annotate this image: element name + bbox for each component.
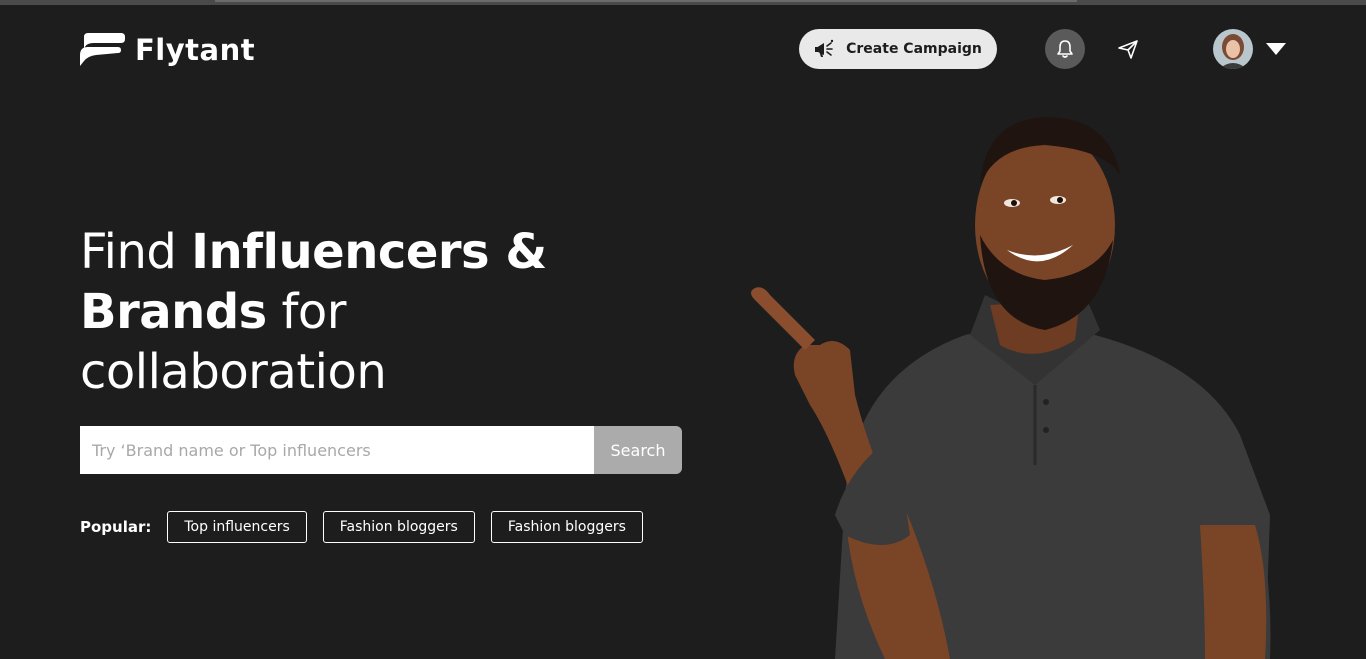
search-button[interactable]: Search <box>594 426 682 474</box>
popular-tag[interactable]: Top influencers <box>167 511 307 543</box>
avatar-image <box>1213 29 1253 69</box>
browser-top-bar <box>0 0 1366 5</box>
flytant-logo-icon <box>80 33 125 66</box>
popular-tag[interactable]: Fashion bloggers <box>322 511 475 543</box>
popular-label: Popular: <box>80 518 152 536</box>
bell-icon <box>1057 40 1073 58</box>
send-icon[interactable] <box>1116 37 1140 61</box>
hero-person-image <box>751 117 1271 659</box>
hero-line2-regular: for <box>266 284 347 340</box>
hero-line1-regular: Find <box>80 224 192 280</box>
hero-line3-regular: collaboration <box>80 344 387 400</box>
user-avatar[interactable] <box>1213 29 1253 69</box>
megaphone-icon <box>815 39 834 57</box>
popular-tags: Popular: Top influencers Fashion blogger… <box>80 511 643 543</box>
popular-tag[interactable]: Fashion bloggers <box>490 511 643 543</box>
search-bar: Search <box>80 426 682 474</box>
logo-text: Flytant <box>135 33 256 67</box>
search-input[interactable] <box>80 426 594 474</box>
create-campaign-button[interactable]: Create Campaign <box>799 29 997 69</box>
create-campaign-label: Create Campaign <box>846 41 982 57</box>
logo[interactable]: Flytant <box>80 33 255 67</box>
hero-title: Find Influencers & Brands for collaborat… <box>80 222 640 402</box>
hero-line1-bold: Influencers & <box>191 224 547 280</box>
scroll-indicator <box>215 0 1077 2</box>
notifications-button[interactable] <box>1045 29 1085 69</box>
hero-line2-bold: Brands <box>80 284 267 340</box>
chevron-down-icon[interactable] <box>1265 42 1287 56</box>
